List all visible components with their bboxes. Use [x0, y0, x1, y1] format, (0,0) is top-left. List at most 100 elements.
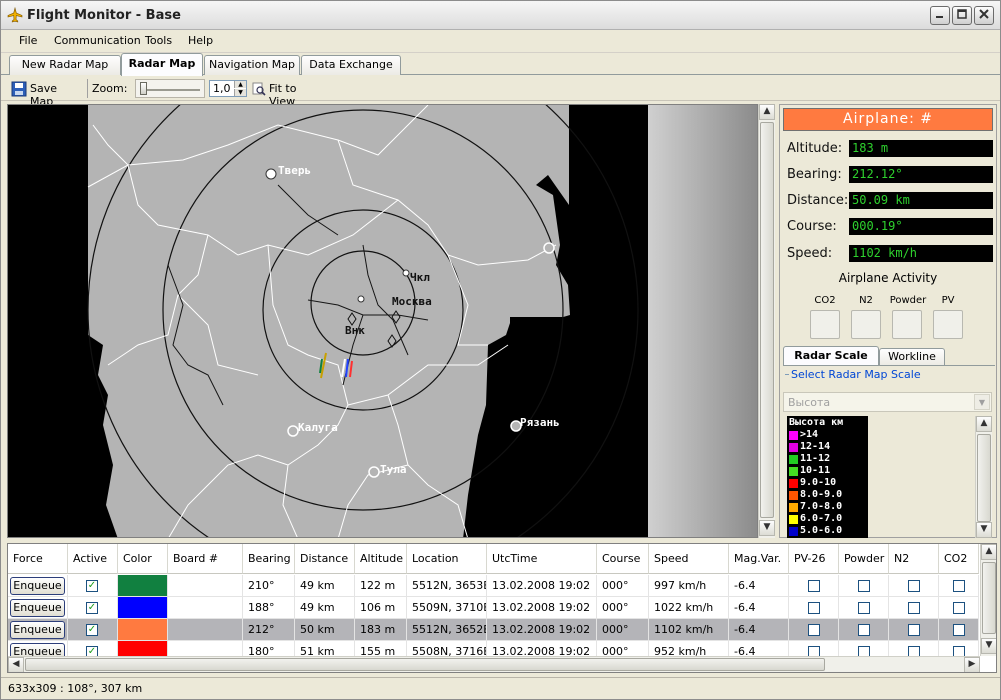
- menu-help[interactable]: Help: [188, 34, 213, 47]
- column-header[interactable]: Location: [407, 544, 487, 574]
- city-marker-east[interactable]: [543, 242, 555, 254]
- title-bar[interactable]: Flight Monitor - Base: [1, 1, 1000, 30]
- legend-scroll-thumb[interactable]: [977, 434, 991, 522]
- column-header[interactable]: Powder: [839, 544, 889, 574]
- tab-radar-map[interactable]: Radar Map: [121, 53, 203, 76]
- board-cell[interactable]: [168, 597, 243, 619]
- utc-cell[interactable]: 13.02.2008 19:02: [487, 575, 597, 597]
- magvar-cell[interactable]: -6.4: [729, 575, 789, 597]
- column-header[interactable]: Speed: [649, 544, 729, 574]
- menu-tools[interactable]: Tools: [145, 34, 172, 47]
- active-checkbox[interactable]: ✓: [86, 580, 98, 592]
- legend-scrollbar[interactable]: ▲ ▼: [975, 416, 992, 538]
- table-row[interactable]: Enqueue ✓ 210° 49 km 122 m 5512N, 3653E 13.02.…: [8, 575, 979, 597]
- magvar-cell[interactable]: -6.4: [729, 597, 789, 619]
- column-header[interactable]: Board #: [168, 544, 243, 574]
- powder-checkbox[interactable]: [858, 602, 870, 614]
- maximize-button[interactable]: [952, 6, 972, 25]
- color-cell[interactable]: [118, 597, 168, 619]
- column-header[interactable]: N2: [889, 544, 939, 574]
- distance-cell[interactable]: 49 km: [295, 575, 355, 597]
- enqueue-button[interactable]: Enqueue: [10, 621, 65, 639]
- city-marker-kaluga[interactable]: [287, 425, 299, 437]
- board-cell[interactable]: [168, 619, 243, 641]
- magvar-cell[interactable]: -6.4: [729, 619, 789, 641]
- altitude-cell[interactable]: 106 m: [355, 597, 407, 619]
- altitude-cell[interactable]: 183 m: [355, 619, 407, 641]
- n2-checkbox[interactable]: [908, 580, 920, 592]
- close-button[interactable]: [974, 6, 994, 25]
- course-cell[interactable]: 000°: [597, 619, 649, 641]
- location-cell[interactable]: 5512N, 3652E: [407, 619, 487, 641]
- grid-scroll-right-icon[interactable]: ▶: [964, 657, 980, 672]
- column-header[interactable]: PV-26: [789, 544, 839, 574]
- tab-new-radar-map[interactable]: New Radar Map: [9, 55, 121, 75]
- zoom-up-arrow-icon[interactable]: ▲: [234, 81, 246, 88]
- minimize-button[interactable]: [930, 6, 950, 25]
- bearing-cell[interactable]: 188°: [243, 597, 295, 619]
- grid-vscrollbar[interactable]: ▲ ▼: [980, 544, 996, 656]
- save-map-button[interactable]: Save Map: [11, 80, 83, 108]
- column-header[interactable]: Altitude: [355, 544, 407, 574]
- tab-workline[interactable]: Workline: [879, 348, 945, 365]
- table-row[interactable]: Enqueue ✓ 212° 50 km 183 m 5512N, 3652E 13.02.…: [8, 619, 979, 641]
- distance-cell[interactable]: 50 km: [295, 619, 355, 641]
- column-header[interactable]: Mag.Var.: [729, 544, 789, 574]
- table-row[interactable]: Enqueue ✓ 188° 49 km 106 m 5509N, 3710E 13.02.…: [8, 597, 979, 619]
- column-header[interactable]: Distance: [295, 544, 355, 574]
- board-cell[interactable]: [168, 575, 243, 597]
- active-checkbox[interactable]: ✓: [86, 602, 98, 614]
- column-header[interactable]: Force: [8, 544, 68, 574]
- active-checkbox[interactable]: ✓: [86, 624, 98, 636]
- enqueue-button[interactable]: Enqueue: [10, 599, 65, 617]
- chevron-down-icon[interactable]: ▼: [974, 394, 990, 410]
- column-header[interactable]: Bearing: [243, 544, 295, 574]
- tab-radar-scale[interactable]: Radar Scale: [783, 346, 879, 366]
- scroll-down-arrow-icon[interactable]: ▼: [759, 520, 775, 536]
- map-scroll-thumb[interactable]: [760, 122, 774, 518]
- column-header[interactable]: Course: [597, 544, 649, 574]
- grid-vscroll-thumb[interactable]: [982, 562, 996, 634]
- co2-checkbox[interactable]: [953, 580, 965, 592]
- co2-checkbox[interactable]: [953, 624, 965, 636]
- pv26-checkbox[interactable]: [808, 602, 820, 614]
- scale-select[interactable]: Высота ▼: [783, 392, 992, 412]
- bearing-cell[interactable]: 212°: [243, 619, 295, 641]
- zoom-down-arrow-icon[interactable]: ▼: [234, 89, 246, 96]
- legend-scroll-down-icon[interactable]: ▼: [976, 522, 992, 538]
- zoom-slider-thumb[interactable]: [140, 82, 147, 95]
- color-cell[interactable]: [118, 575, 168, 597]
- radar-map-canvas[interactable]: Тверь Чкл Москва Внк Калуга Рязань Тула: [8, 105, 758, 538]
- menu-communication[interactable]: Communication: [54, 34, 141, 47]
- city-marker-chkl[interactable]: [402, 269, 410, 277]
- column-header[interactable]: UtcTime: [487, 544, 597, 574]
- fit-to-view-button[interactable]: Fit to View: [252, 80, 324, 108]
- altitude-cell[interactable]: 122 m: [355, 575, 407, 597]
- utc-cell[interactable]: 13.02.2008 19:02: [487, 597, 597, 619]
- map-scrollbar[interactable]: ▲ ▼: [758, 104, 775, 538]
- radar-map[interactable]: Тверь Чкл Москва Внк Калуга Рязань Тула: [7, 104, 758, 538]
- tab-navigation-map[interactable]: Navigation Map: [204, 55, 300, 75]
- speed-cell[interactable]: 1102 km/h: [649, 619, 729, 641]
- grid-scroll-down-icon[interactable]: ▼: [981, 638, 996, 654]
- menu-file[interactable]: File: [19, 34, 37, 47]
- powder-checkbox[interactable]: [858, 580, 870, 592]
- tab-data-exchange[interactable]: Data Exchange: [301, 55, 401, 75]
- legend-scroll-up-icon[interactable]: ▲: [976, 416, 992, 432]
- n2-checkbox[interactable]: [908, 602, 920, 614]
- grid-hscroll-thumb[interactable]: [25, 658, 825, 671]
- location-cell[interactable]: 5512N, 3653E: [407, 575, 487, 597]
- city-marker-tula[interactable]: [368, 466, 380, 478]
- city-marker-moskva[interactable]: [357, 295, 365, 303]
- course-cell[interactable]: 000°: [597, 597, 649, 619]
- grid-scroll-up-icon[interactable]: ▲: [981, 544, 996, 560]
- utc-cell[interactable]: 13.02.2008 19:02: [487, 619, 597, 641]
- speed-cell[interactable]: 1022 km/h: [649, 597, 729, 619]
- grid-hscrollbar[interactable]: ◀ ▶: [8, 656, 980, 672]
- grid-scroll-left-icon[interactable]: ◀: [8, 657, 24, 672]
- zoom-spinner[interactable]: 1,0 ▲ ▼: [209, 80, 247, 97]
- city-marker-tver[interactable]: [265, 168, 277, 180]
- column-header[interactable]: CO2: [939, 544, 979, 574]
- column-header[interactable]: Active: [68, 544, 118, 574]
- bearing-cell[interactable]: 210°: [243, 575, 295, 597]
